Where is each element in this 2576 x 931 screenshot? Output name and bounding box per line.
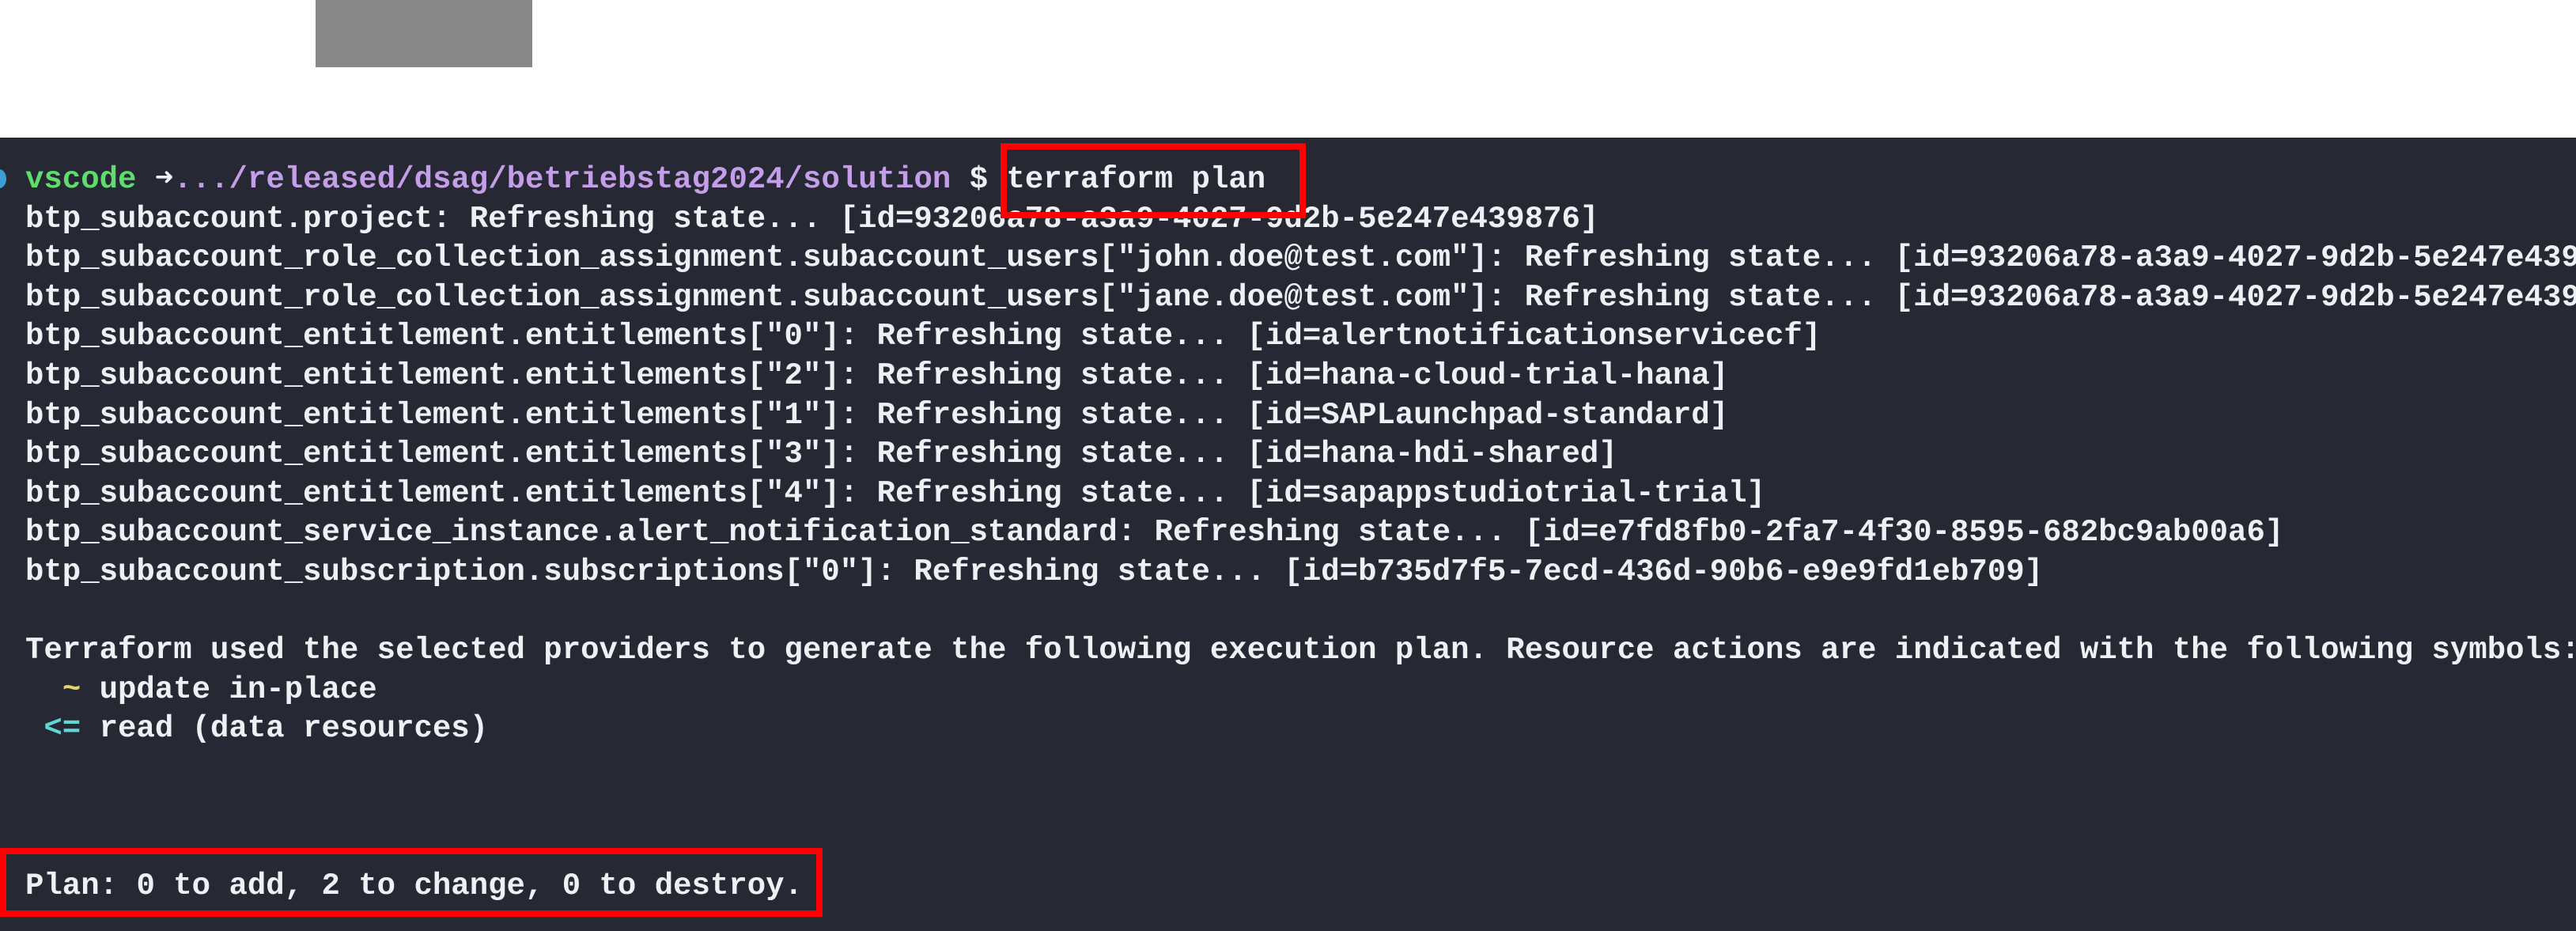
symbol-label: read (data resources)	[99, 711, 489, 747]
output-line: btp_subaccount_entitlement.entitlements[…	[25, 475, 1765, 511]
prompt-user: vscode	[25, 162, 137, 197]
prompt-symbol: $	[969, 162, 989, 197]
symbol-legend-read: <= read (data resources)	[25, 710, 2576, 749]
prompt-arrow-icon: ➜	[154, 162, 174, 197]
output-line: btp_subaccount_role_collection_assignmen…	[25, 279, 2576, 315]
read-arrow-icon: <=	[44, 711, 81, 747]
output-line: btp_subaccount_entitlement.entitlements[…	[25, 397, 1729, 433]
prompt-status-dot-icon	[0, 169, 6, 188]
output-line: btp_subaccount_subscription.subscription…	[25, 554, 2044, 589]
output-line: btp_subaccount_role_collection_assignmen…	[25, 240, 2576, 276]
terminal-output[interactable]: vscode ➜.../released/dsag/betriebstag202…	[0, 138, 2576, 931]
plan-intro: Terraform used the selected providers to…	[25, 633, 2576, 668]
redacted-block	[316, 0, 532, 67]
command-highlight-box	[1001, 143, 1306, 218]
output-line: btp_subaccount_entitlement.entitlements[…	[25, 358, 1729, 393]
output-line: btp_subaccount_service_instance.alert_no…	[25, 515, 2284, 551]
tilde-icon: ~	[62, 672, 81, 707]
prompt-path: .../released/dsag/betriebstag2024/soluti…	[173, 162, 951, 197]
output-line: btp_subaccount_entitlement.entitlements[…	[25, 437, 1617, 472]
symbol-legend-update: ~ update in-place	[25, 671, 2576, 710]
symbol-label: update in-place	[99, 672, 377, 707]
plan-summary-highlight-box	[0, 848, 823, 917]
output-line: btp_subaccount_entitlement.entitlements[…	[25, 319, 1821, 354]
